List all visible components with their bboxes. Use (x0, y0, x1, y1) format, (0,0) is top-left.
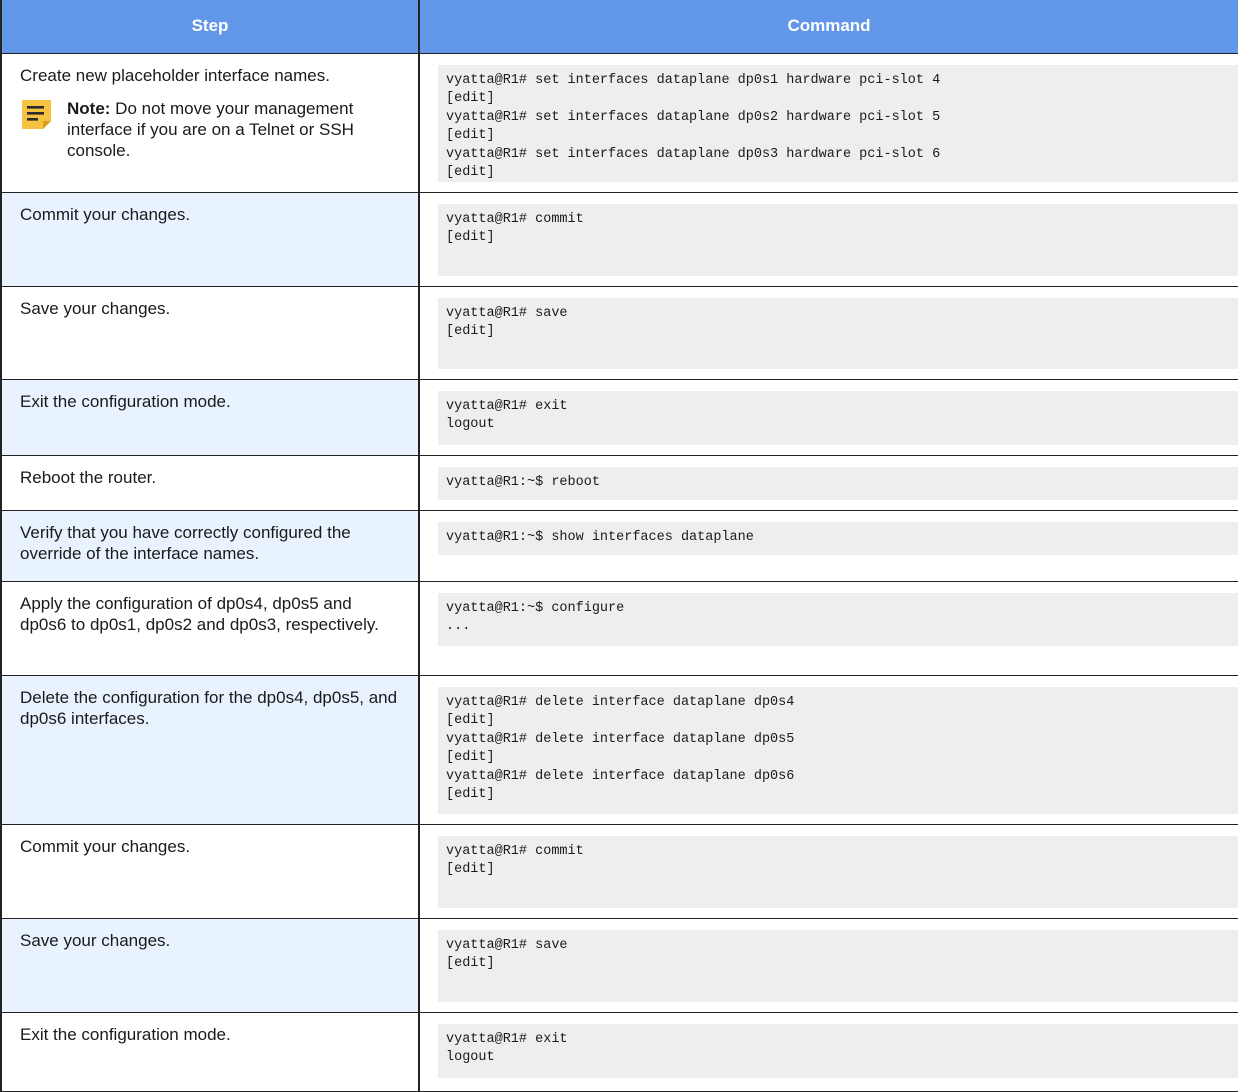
table-row: Commit your changes. vyatta@R1# commit [… (0, 824, 1238, 919)
code-block: vyatta@R1:~$ show interfaces dataplane (438, 521, 1238, 555)
code-line: vyatta@R1# commit (446, 843, 584, 859)
code-block: vyatta@R1# set interfaces dataplane dp0s… (438, 64, 1238, 182)
command-cell: vyatta@R1# save [edit] (418, 918, 1238, 1013)
step-text: Create new placeholder interface names. … (2, 54, 418, 169)
code-line: vyatta@R1:~$ configure (446, 600, 625, 616)
code-line: vyatta@R1# delete interface dataplane dp… (446, 768, 795, 784)
code-line: vyatta@R1# delete interface dataplane dp… (446, 731, 795, 747)
step-description: Create new placeholder interface names. (20, 65, 330, 85)
code-line: [edit] (446, 862, 495, 877)
command-cell: vyatta@R1# set interfaces dataplane dp0s… (418, 53, 1238, 193)
code-line: logout (446, 417, 495, 432)
table-row: Delete the configuration for the dp0s4, … (0, 675, 1238, 825)
table-row: Save your changes. vyatta@R1# save [edit… (0, 286, 1238, 380)
table-row: Apply the configuration of dp0s4, dp0s5 … (0, 581, 1238, 676)
step-text: Commit your changes. (20, 204, 191, 224)
step-text: Save your changes. (20, 298, 171, 318)
table-header-row: Step Command (0, 0, 1238, 54)
command-cell: vyatta@R1# delete interface dataplane dp… (418, 675, 1238, 825)
step-text: Save your changes. (20, 930, 171, 950)
code-line: vyatta@R1# delete interface dataplane dp… (446, 694, 795, 710)
code-block: vyatta@R1# save [edit] (438, 929, 1238, 1002)
note: Note: Do not move your manage­ment inter… (20, 98, 402, 161)
command-cell: vyatta@R1# save [edit] (418, 286, 1238, 380)
step-cell: Exit the configuration mode. (0, 1012, 420, 1092)
step-cell: Reboot the router. (0, 455, 420, 511)
code-block: vyatta@R1# delete interface dataplane dp… (438, 686, 1238, 814)
code-line: vyatta@R1:~$ reboot (446, 474, 600, 490)
step-cell: Delete the configuration for the dp0s4, … (0, 675, 420, 825)
step-cell: Exit the configuration mode. (0, 379, 420, 456)
step-cell: Create new placeholder interface names. … (0, 53, 420, 193)
step-text: Exit the configuration mode. (20, 1024, 231, 1044)
code-line: [edit] (446, 956, 495, 971)
code-block: vyatta@R1:~$ configure ... (438, 592, 1238, 646)
command-cell: vyatta@R1:~$ configure ... (418, 581, 1238, 676)
code-block: vyatta@R1:~$ reboot (438, 466, 1238, 500)
code-line: [edit] (446, 128, 495, 143)
code-line: ... (446, 619, 471, 634)
code-block: vyatta@R1# save [edit] (438, 297, 1238, 369)
table-row: Exit the configuration mode. vyatta@R1# … (0, 1012, 1238, 1092)
procedure-table-wrapper: Step Command Create new placeholder inte… (0, 0, 1238, 1092)
code-line: [edit] (446, 750, 495, 765)
code-line: vyatta@R1# commit (446, 211, 584, 227)
code-block: vyatta@R1# commit [edit] (438, 203, 1238, 276)
step-cell: Save your changes. (0, 286, 420, 380)
code-block: vyatta@R1# exit logout (438, 1023, 1238, 1078)
code-block: vyatta@R1# exit logout (438, 390, 1238, 445)
procedure-table: Step Command Create new placeholder inte… (0, 0, 1238, 1092)
code-line: [edit] (446, 230, 495, 245)
command-cell: vyatta@R1# exit logout (418, 1012, 1238, 1092)
note-label: Note: (67, 98, 111, 118)
step-cell: Commit your changes. (0, 192, 420, 287)
command-cell: vyatta@R1:~$ show interfaces dataplane (418, 510, 1238, 582)
step-text: Verify that you have correctly configure… (20, 522, 351, 563)
code-line: vyatta@R1# set interfaces dataplane dp0s… (446, 146, 941, 162)
code-line: [edit] (446, 324, 495, 339)
code-block: vyatta@R1# commit [edit] (438, 835, 1238, 908)
command-cell: vyatta@R1# commit [edit] (418, 824, 1238, 919)
code-line: vyatta@R1:~$ show interfaces dataplane (446, 529, 754, 545)
command-column-header: Command (418, 0, 1238, 54)
step-text: Commit your changes. (20, 836, 191, 856)
step-text: Delete the configuration for the dp0s4, … (20, 687, 398, 728)
command-cell: vyatta@R1:~$ reboot (418, 455, 1238, 511)
command-cell: vyatta@R1# commit [edit] (418, 192, 1238, 287)
code-line: vyatta@R1# save (446, 937, 568, 953)
command-cell: vyatta@R1# exit logout (418, 379, 1238, 456)
table-row: Exit the configuration mode. vyatta@R1# … (0, 379, 1238, 456)
table-row: Reboot the router. vyatta@R1:~$ reboot (0, 455, 1238, 511)
code-line: [edit] (446, 165, 495, 180)
table-row: Save your changes. vyatta@R1# save [edit… (0, 918, 1238, 1013)
code-line: vyatta@R1# set interfaces dataplane dp0s… (446, 72, 941, 88)
step-cell: Verify that you have correctly configure… (0, 510, 420, 582)
code-line: logout (446, 1050, 495, 1065)
step-text: Reboot the router. (20, 467, 157, 487)
table-row: Create new placeholder interface names. … (0, 53, 1238, 193)
code-line: [edit] (446, 91, 495, 106)
step-cell: Save your changes. (0, 918, 420, 1013)
code-line: vyatta@R1# exit (446, 1031, 568, 1047)
step-text: Exit the configuration mode. (20, 391, 231, 411)
step-cell: Apply the configuration of dp0s4, dp0s5 … (0, 581, 420, 676)
table-row: Verify that you have correctly configure… (0, 510, 1238, 582)
step-text: Apply the configuration of dp0s4, dp0s5 … (20, 593, 379, 634)
step-column-header: Step (0, 0, 420, 54)
code-line: vyatta@R1# set interfaces dataplane dp0s… (446, 109, 941, 125)
code-line: vyatta@R1# exit (446, 398, 568, 414)
code-line: [edit] (446, 713, 495, 728)
table-row: Commit your changes. vyatta@R1# commit [… (0, 192, 1238, 287)
code-line: vyatta@R1# save (446, 305, 568, 321)
step-cell: Commit your changes. (0, 824, 420, 919)
code-line: [edit] (446, 787, 495, 802)
note-icon (22, 99, 51, 129)
note-text: Do not move your manage­ment interface i… (67, 98, 354, 160)
